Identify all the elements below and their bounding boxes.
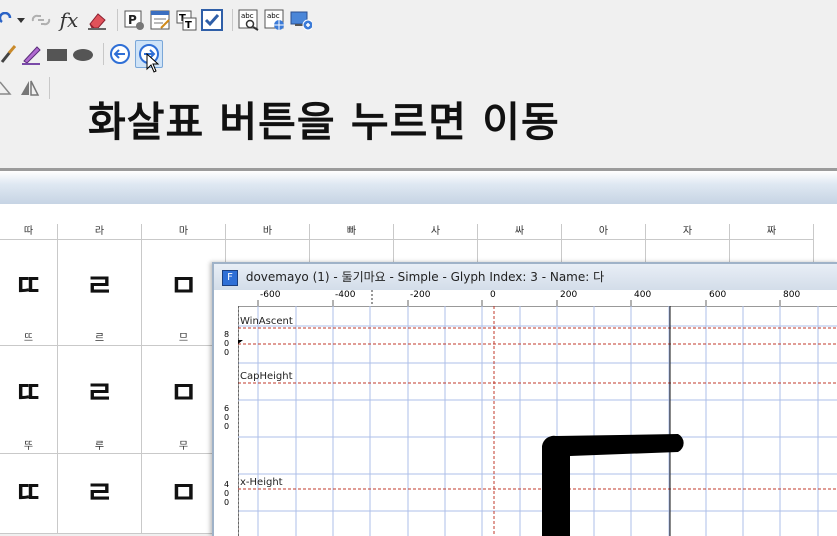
output-icon[interactable]	[290, 9, 312, 31]
rectangle-icon[interactable]	[46, 43, 68, 65]
glyph-cell[interactable]: ㄸ	[0, 454, 58, 534]
abc-globe-icon[interactable]: abc	[264, 9, 286, 31]
glyph-canvas[interactable]: WinAscent CapHeight x-Height	[238, 306, 837, 536]
mouse-cursor-icon	[146, 53, 160, 73]
glyph-info-icon[interactable]: P	[123, 9, 145, 31]
editor-title-bar[interactable]: F dovemayo (1) - 둘기마요 - Simple - Glyph I…	[214, 264, 837, 290]
svg-text:abc: abc	[241, 12, 254, 20]
toolbar-row-3	[0, 74, 55, 102]
ruler-tick-label: 0	[490, 290, 496, 300]
skew-icon[interactable]	[0, 77, 14, 99]
redo-icon[interactable]	[0, 9, 12, 31]
glyph-grid-label: 뜨	[0, 332, 58, 346]
glyph-grid-label: 자	[646, 224, 730, 240]
toolbar-separator	[232, 9, 233, 31]
svg-text:T: T	[185, 20, 192, 31]
checkmark-icon[interactable]	[201, 9, 223, 31]
overlay-caption: 화살표 버튼을 누르면 이동	[88, 98, 560, 146]
edit-list-icon[interactable]	[149, 9, 171, 31]
guide-label-capheight: CapHeight	[240, 371, 293, 382]
glyph-cell[interactable]: ㄸ	[0, 240, 58, 334]
guide-label-winascent: WinAscent	[240, 316, 293, 327]
app-icon: F	[222, 269, 238, 286]
toolbar-separator	[103, 43, 104, 65]
glyph-grid-label: 르	[58, 332, 142, 346]
ruler-tick-label: 4 0 0	[224, 480, 230, 507]
glyph-cell[interactable]: ㄸ	[0, 346, 58, 442]
glyph-grid-label: 싸	[478, 224, 562, 240]
ruler-tick-label: 600	[709, 290, 727, 300]
guide-label-xheight: x-Height	[240, 477, 283, 488]
ruler-tick-label: 6 0 0	[224, 404, 230, 431]
pen-icon[interactable]	[20, 43, 42, 65]
toolbar-row-2	[0, 40, 167, 73]
svg-text:P: P	[128, 13, 137, 27]
fx-icon[interactable]: fx	[56, 8, 82, 32]
glyph-grid-label: 바	[226, 224, 310, 240]
glyph-grid-label: 빠	[310, 224, 394, 240]
ruler-tick-label: -200	[410, 290, 431, 300]
glyph-grid-label: 루	[58, 440, 142, 454]
ruler-tick-label: 800	[783, 290, 801, 300]
ruler-tick-label: 400	[634, 290, 652, 300]
glyph-cell[interactable]: ㄹ	[58, 240, 142, 334]
flip-icon[interactable]	[18, 77, 40, 99]
glyph-grid-label: 사	[394, 224, 478, 240]
glyph-editor-window: F dovemayo (1) - 둘기마요 - Simple - Glyph I…	[212, 262, 837, 536]
toolbar-area: fx P TT abc abc 화살표 버튼을 누르면 이동	[0, 0, 837, 170]
glyph-cell[interactable]: ㄹ	[58, 454, 142, 534]
window-header-band	[0, 171, 837, 204]
arrow-right-icon[interactable]	[135, 40, 163, 73]
arrow-left-icon[interactable]	[109, 43, 131, 65]
ruler-tick-label: 200	[560, 290, 578, 300]
ruler-tick-label: -400	[335, 290, 356, 300]
vertical-ruler: 8 0 0 6 0 0 4 0 0	[222, 306, 239, 536]
glyph-cell[interactable]: ㄹ	[58, 346, 142, 442]
ellipse-icon[interactable]	[72, 43, 94, 65]
horizontal-ruler: -600 -400 -200 0 200 400 600 800	[238, 290, 837, 307]
abc-search-icon[interactable]: abc	[238, 9, 260, 31]
glyph-grid-label: 라	[58, 224, 142, 240]
dropdown-arrow-icon[interactable]	[16, 9, 26, 31]
glyph-grid-label: 아	[562, 224, 646, 240]
ruler-tick-label: 8 0 0	[224, 330, 230, 357]
svg-text:abc: abc	[267, 12, 280, 20]
eraser-icon[interactable]	[86, 9, 108, 31]
brush-icon[interactable]	[0, 43, 16, 65]
truetype-icon[interactable]: TT	[175, 9, 197, 31]
editor-title: dovemayo (1) - 둘기마요 - Simple - Glyph Ind…	[245, 270, 605, 284]
ruler-tick-label: -600	[260, 290, 281, 300]
toolbar-separator	[49, 77, 50, 99]
glyph-grid-label: 마	[142, 224, 226, 240]
glyph-grid-label: 따	[0, 224, 58, 240]
link-icon[interactable]	[30, 9, 52, 31]
toolbar-separator	[117, 9, 118, 31]
toolbar-row-1: fx P TT abc abc	[0, 6, 316, 34]
glyph-grid-label: 짜	[730, 224, 814, 240]
glyph-grid-label: 뚜	[0, 440, 58, 454]
